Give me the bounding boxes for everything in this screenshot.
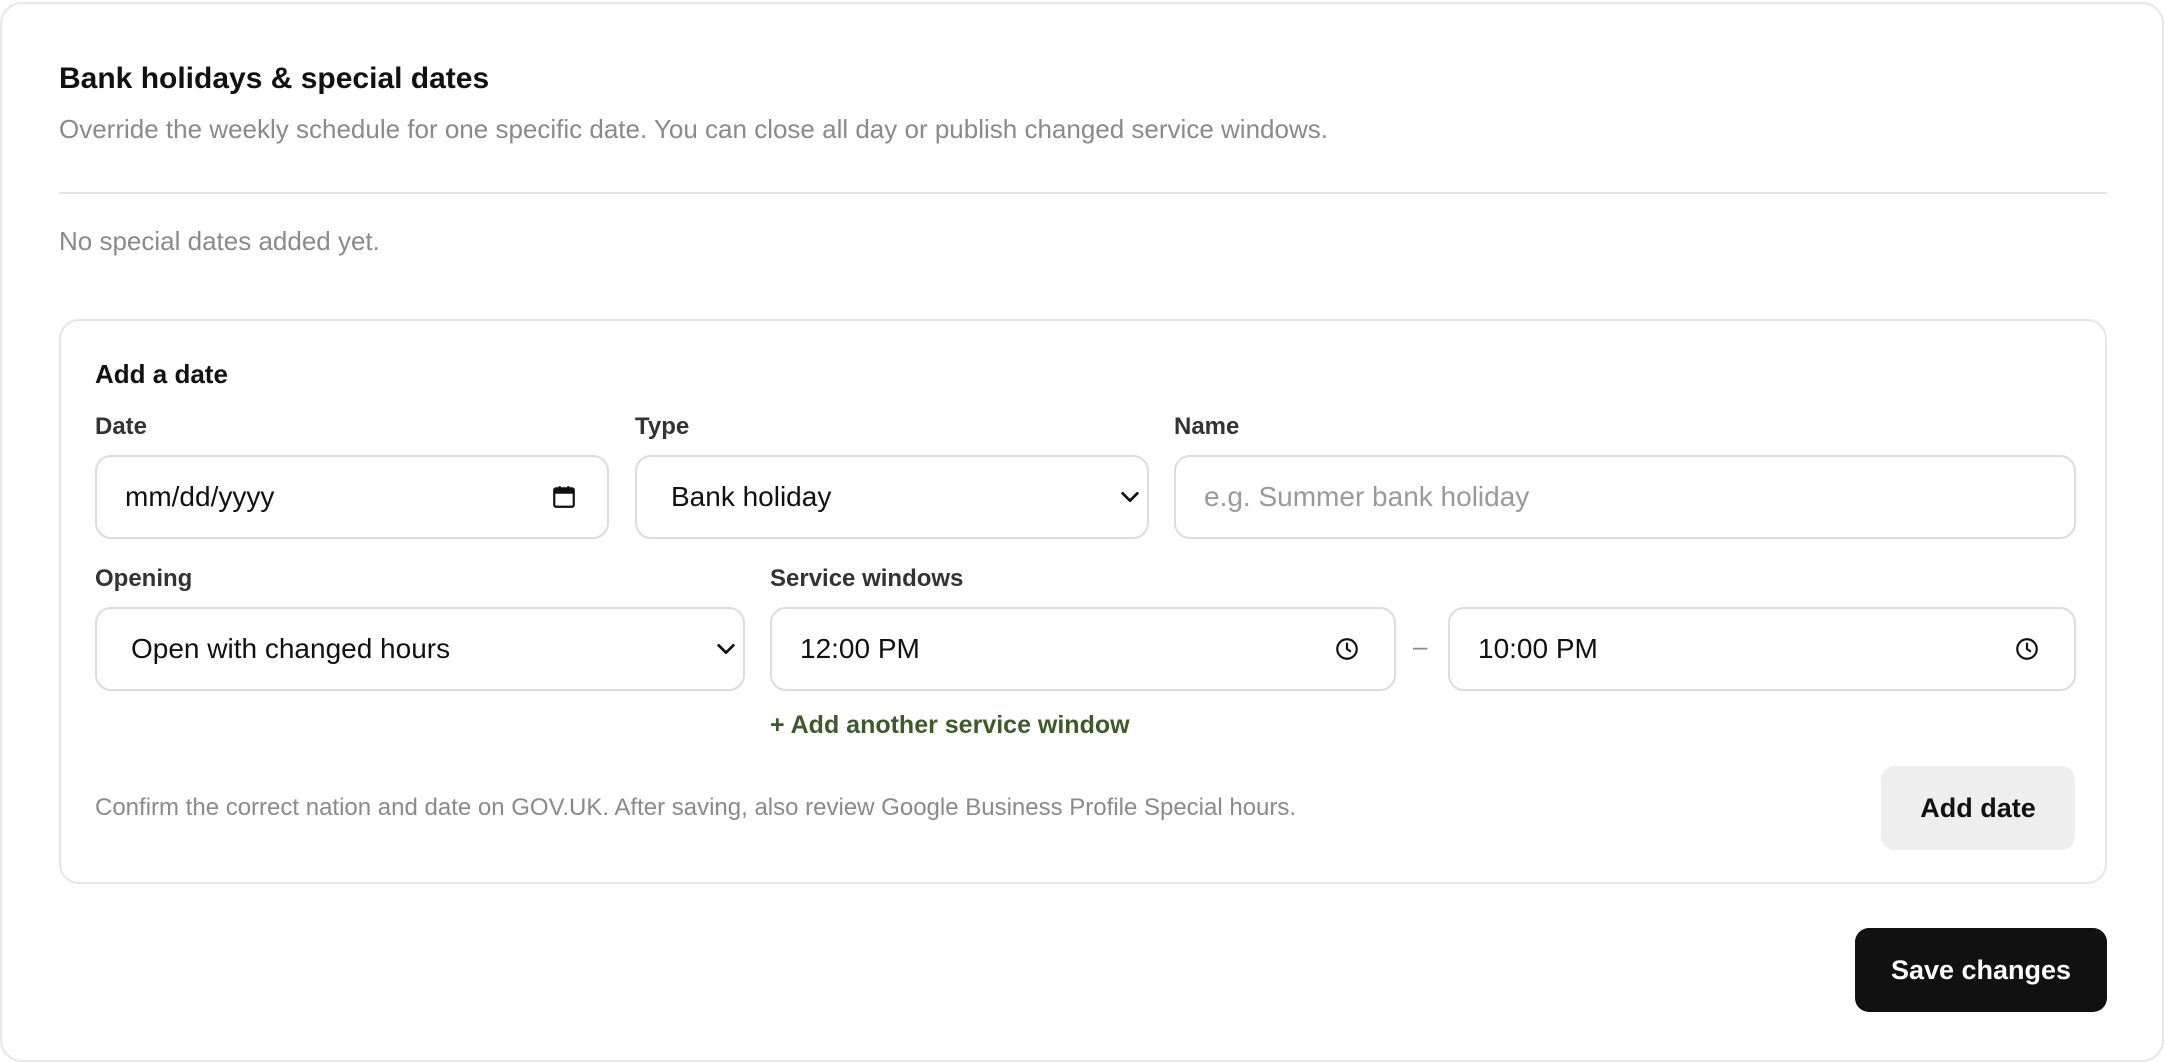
type-select-value: Bank holiday bbox=[671, 481, 832, 512]
divider bbox=[59, 192, 2107, 194]
start-time-value: 12:00 PM bbox=[800, 633, 920, 664]
name-input-placeholder: e.g. Summer bank holiday bbox=[1204, 481, 1530, 512]
empty-state-text: No special dates added yet. bbox=[59, 226, 380, 256]
name-label: Name bbox=[1174, 413, 1240, 440]
add-date-button[interactable]: Add date bbox=[1881, 766, 2075, 850]
service-window-end-input[interactable]: 10:00 PM bbox=[1448, 607, 2076, 691]
opening-select[interactable]: Open with changed hours bbox=[95, 607, 745, 691]
time-range-separator: – bbox=[1413, 631, 1428, 661]
save-changes-button[interactable]: Save changes bbox=[1855, 928, 2107, 1012]
opening-label: Opening bbox=[95, 565, 193, 592]
service-window-start-input[interactable]: 12:00 PM bbox=[770, 607, 1396, 691]
opening-select-value: Open with changed hours bbox=[131, 633, 451, 664]
clock-icon[interactable] bbox=[2014, 636, 2040, 662]
type-select[interactable]: Bank holiday bbox=[635, 455, 1149, 539]
add-service-window-link[interactable]: + Add another service window bbox=[770, 711, 1130, 740]
date-label: Date bbox=[95, 413, 148, 440]
section-subtitle: Override the weekly schedule for one spe… bbox=[59, 114, 1328, 144]
chevron-down-icon bbox=[715, 638, 737, 660]
date-input[interactable]: mm/dd/yyyy bbox=[95, 455, 609, 539]
chevron-down-icon bbox=[1119, 486, 1141, 508]
type-label: Type bbox=[635, 413, 690, 440]
name-input[interactable]: e.g. Summer bank holiday bbox=[1174, 455, 2076, 539]
add-date-heading: Add a date bbox=[95, 359, 228, 389]
end-time-value: 10:00 PM bbox=[1478, 633, 1598, 664]
calendar-icon[interactable] bbox=[551, 484, 577, 510]
add-date-panel: Add a date Date Type Name mm/dd/yyyy Ban… bbox=[59, 319, 2107, 884]
gov-uk-note: Confirm the correct nation and date on G… bbox=[95, 794, 1297, 821]
section-title: Bank holidays & special dates bbox=[59, 62, 490, 95]
clock-icon[interactable] bbox=[1334, 636, 1360, 662]
special-dates-card: Bank holidays & special dates Override t… bbox=[0, 2, 2164, 1062]
date-input-value: mm/dd/yyyy bbox=[125, 481, 275, 512]
service-windows-label: Service windows bbox=[770, 565, 964, 592]
